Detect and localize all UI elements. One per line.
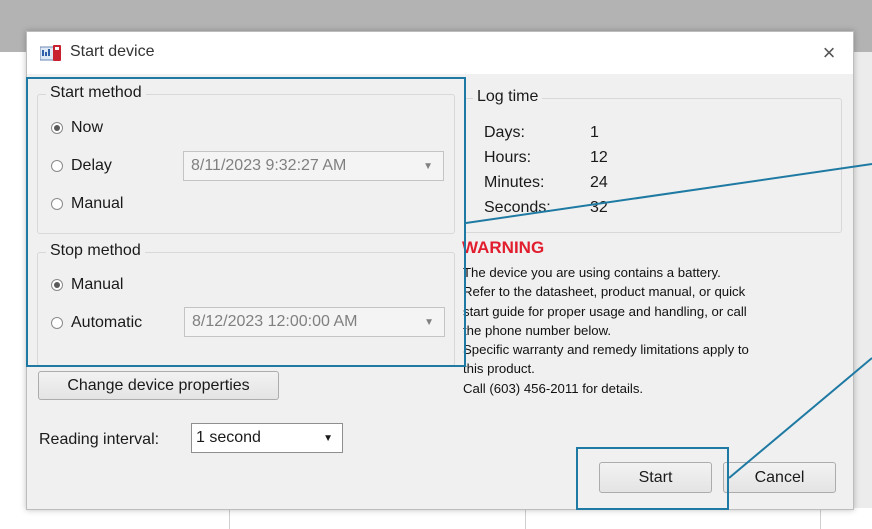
cancel-button[interactable]: Cancel xyxy=(723,462,836,493)
reading-interval-value: 1 second xyxy=(196,429,261,446)
warning-line: start guide for proper usage and handlin… xyxy=(463,303,747,319)
delay-datetime-picker: 8/11/2023 9:32:27 AM ▼ xyxy=(183,151,444,181)
warning-line: Specific warranty and remedy limitations… xyxy=(463,342,749,358)
delay-datetime-value: 8/11/2023 9:32:27 AM xyxy=(191,157,347,174)
start-manual-option[interactable]: Manual xyxy=(51,195,123,213)
stop-method-group: Stop method Manual Automatic 8/12/2023 1… xyxy=(37,242,455,366)
dialog-titlebar: Start device × xyxy=(27,32,853,74)
change-device-properties-button[interactable]: Change device properties xyxy=(38,371,279,400)
warning-title: WARNING xyxy=(462,238,545,257)
stop-manual-option[interactable]: Manual xyxy=(51,276,123,294)
start-manual-radio[interactable] xyxy=(51,198,63,210)
log-seconds-label: Seconds: xyxy=(484,199,551,216)
background-column-line xyxy=(229,508,230,529)
warning-line: this product. xyxy=(463,361,535,377)
start-delay-radio[interactable] xyxy=(51,160,63,172)
log-hours-value: 12 xyxy=(590,149,608,166)
warning-line: Call (603) 456-2011 for details. xyxy=(463,380,644,396)
start-now-option[interactable]: Now xyxy=(51,119,103,137)
device-app-icon xyxy=(40,45,61,61)
stop-manual-label: Manual xyxy=(71,276,124,293)
start-device-dialog: Start device × Start method Now Delay 8/… xyxy=(26,31,854,510)
reading-interval-label: Reading interval: xyxy=(39,431,160,448)
start-now-label: Now xyxy=(71,119,104,136)
chevron-down-icon: ▼ xyxy=(323,433,333,444)
log-minutes-value: 24 xyxy=(590,174,608,191)
start-now-radio[interactable] xyxy=(51,122,63,134)
log-days-value: 1 xyxy=(590,124,599,141)
background-window-bottom xyxy=(0,508,872,529)
background-column-line xyxy=(525,508,526,529)
background-column-line xyxy=(820,508,821,529)
stop-automatic-radio[interactable] xyxy=(51,317,63,329)
log-days-label: Days: xyxy=(484,124,525,141)
log-time-group: Log time Days: 1 Hours: 12 Minutes: 24 S… xyxy=(464,88,842,233)
close-icon[interactable]: × xyxy=(818,42,840,64)
automatic-datetime-value: 8/12/2023 12:00:00 AM xyxy=(192,313,358,330)
warning-line: the phone number below. xyxy=(463,322,612,338)
automatic-datetime-picker: 8/12/2023 12:00:00 AM ▼ xyxy=(184,307,445,337)
log-seconds-value: 32 xyxy=(590,199,608,216)
warning-line: Refer to the datasheet, product manual, … xyxy=(463,284,746,300)
warning-text: The device you are using contains a batt… xyxy=(463,263,843,398)
chevron-down-icon: ▼ xyxy=(423,161,433,172)
start-method-label: Start method xyxy=(46,84,146,102)
background-window-right xyxy=(852,52,872,529)
reading-interval-select[interactable]: 1 second ▼ xyxy=(191,423,343,453)
warning-line: The device you are using contains a batt… xyxy=(463,265,721,280)
log-time-label: Log time xyxy=(473,88,543,106)
log-hours-label: Hours: xyxy=(484,149,532,166)
chevron-down-icon: ▼ xyxy=(424,317,434,328)
start-button[interactable]: Start xyxy=(599,462,712,493)
stop-automatic-option[interactable]: Automatic xyxy=(51,314,142,332)
start-manual-label: Manual xyxy=(71,195,124,212)
log-minutes-label: Minutes: xyxy=(484,174,545,191)
stop-manual-radio[interactable] xyxy=(51,279,63,291)
stop-automatic-label: Automatic xyxy=(71,314,143,331)
stop-method-label: Stop method xyxy=(46,242,145,260)
dialog-title: Start device xyxy=(70,43,155,60)
start-method-group: Start method Now Delay 8/11/2023 9:32:27… xyxy=(37,84,455,234)
start-delay-option[interactable]: Delay xyxy=(51,157,112,175)
start-delay-label: Delay xyxy=(71,157,112,174)
